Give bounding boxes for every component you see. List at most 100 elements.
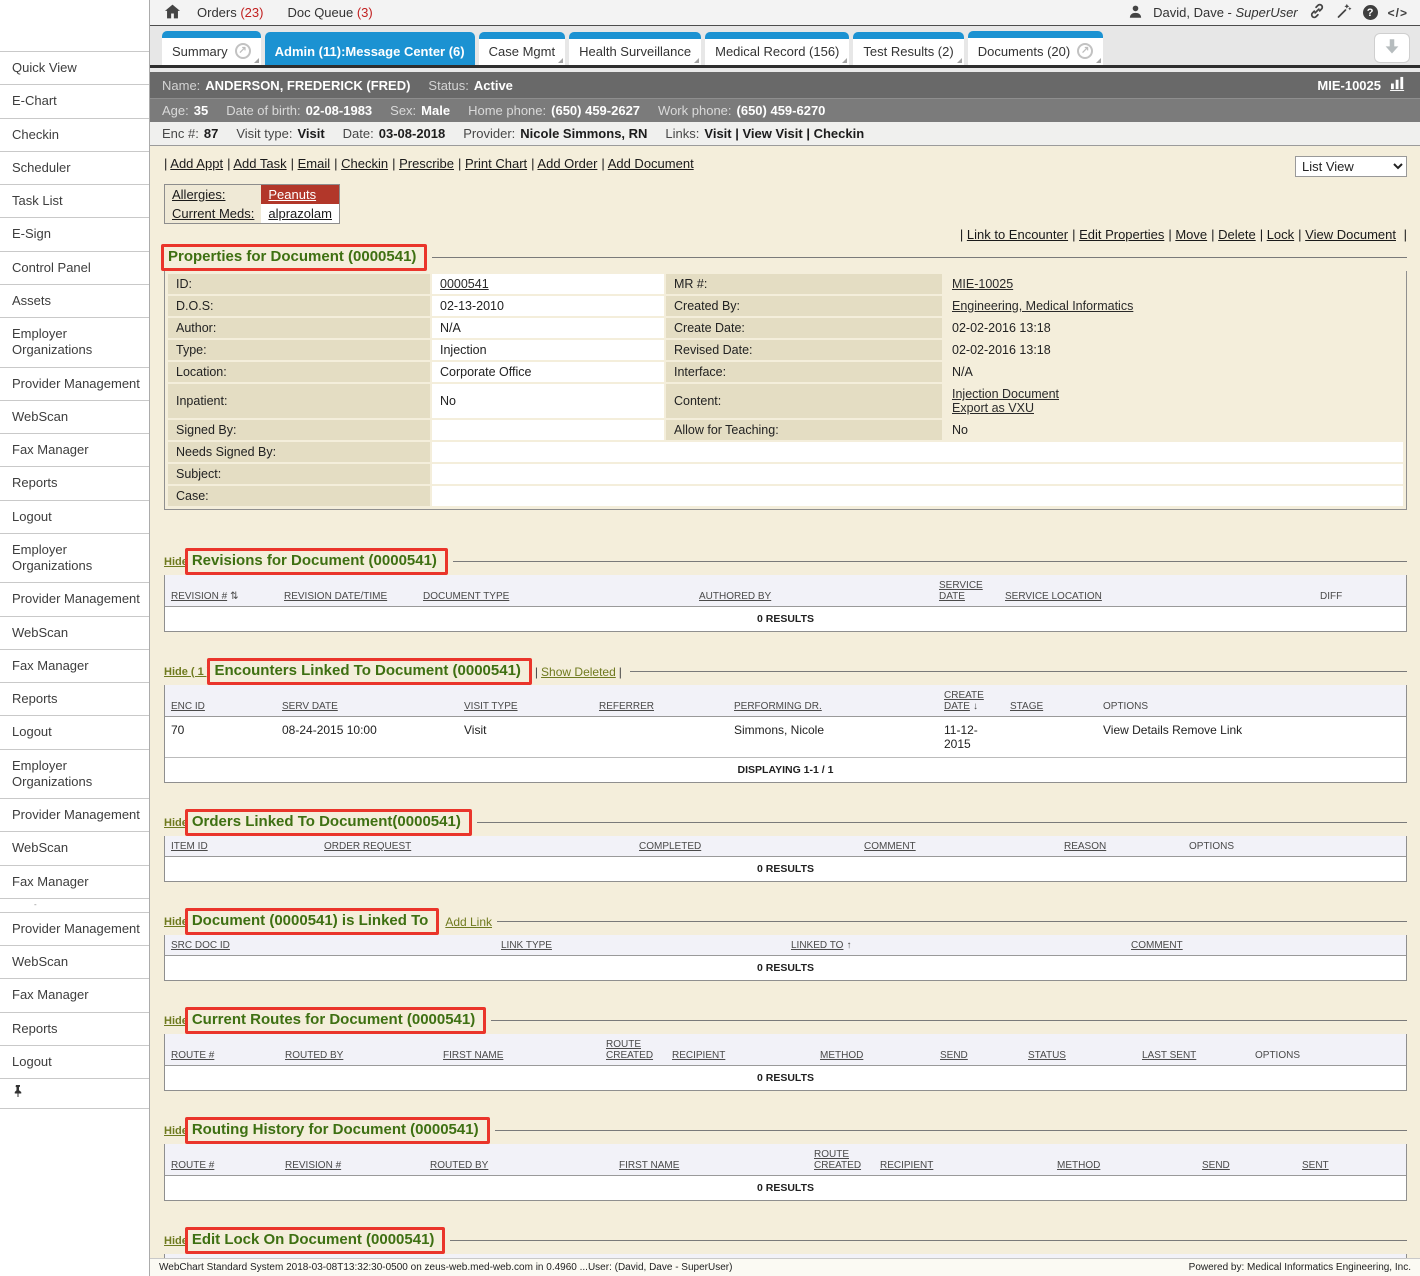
sidebar-item-webscan[interactable]: WebScan: [0, 946, 149, 979]
view-select[interactable]: List View: [1295, 156, 1407, 177]
sidebar-item-fax-manager[interactable]: Fax Manager: [0, 866, 149, 899]
sidebar-item-reports[interactable]: Reports: [0, 683, 149, 716]
sidebar-item-webscan[interactable]: WebScan: [0, 617, 149, 650]
sidebar-item-provider-management[interactable]: Provider Management: [0, 368, 149, 401]
delete-link[interactable]: Delete: [1218, 227, 1256, 242]
sort-link-type[interactable]: LINK TYPE: [501, 940, 552, 951]
created-by-link[interactable]: Engineering, Medical Informatics: [952, 299, 1133, 313]
sort-serv-date[interactable]: SERV DATE: [282, 701, 338, 712]
sort-revision-num[interactable]: REVISION #: [285, 1160, 341, 1171]
sort-reason[interactable]: REASON: [1064, 841, 1106, 852]
sidebar-item-logout[interactable]: Logout: [0, 1046, 149, 1079]
sidebar-item-fax-manager[interactable]: Fax Manager: [0, 979, 149, 1012]
tab-health-surveillance[interactable]: Health Surveillance: [569, 32, 701, 65]
sort-status[interactable]: STATUS: [1028, 1050, 1066, 1061]
sort-last-sent[interactable]: LAST SENT: [1142, 1050, 1196, 1061]
sort-authored-by[interactable]: AUTHORED BY: [699, 591, 771, 602]
sort-stage[interactable]: STAGE: [1010, 701, 1043, 712]
encounter-row[interactable]: 70 08-24-2015 10:00 Visit Simmons, Nicol…: [165, 717, 1406, 758]
injection-document-link[interactable]: Injection Document: [952, 387, 1059, 401]
allergies-link[interactable]: Allergies:: [172, 187, 225, 202]
tab-test-results[interactable]: Test Results (2): [853, 32, 963, 65]
sort-order-request[interactable]: ORDER REQUEST: [324, 841, 411, 852]
sidebar-item-scheduler[interactable]: Scheduler: [0, 152, 149, 185]
sort-document-type[interactable]: DOCUMENT TYPE: [423, 591, 509, 602]
move-link[interactable]: Move: [1175, 227, 1207, 242]
sort-visit-type[interactable]: VISIT TYPE: [464, 701, 518, 712]
doc-id-link[interactable]: 0000541: [440, 277, 489, 291]
prescribe-link[interactable]: Prescribe: [399, 156, 454, 171]
nav-orders[interactable]: Orders (23): [197, 5, 263, 20]
sort-routed-by[interactable]: ROUTED BY: [430, 1160, 488, 1171]
open-in-new-icon[interactable]: ↗: [1077, 43, 1093, 59]
nav-doc-queue[interactable]: Doc Queue (3): [287, 5, 372, 20]
view-document-link[interactable]: View Document: [1305, 227, 1396, 242]
sidebar-item-checkin[interactable]: Checkin: [0, 119, 149, 152]
sidebar-item-control-panel[interactable]: Control Panel: [0, 252, 149, 285]
sort-recipient[interactable]: RECIPIENT: [672, 1050, 725, 1061]
collapse-header-button[interactable]: [1374, 33, 1410, 63]
sort-route-created[interactable]: ROUTE CREATED: [814, 1149, 861, 1171]
print-chart-link[interactable]: Print Chart: [465, 156, 527, 171]
tab-documents[interactable]: Documents (20) ↗: [968, 31, 1103, 65]
sort-method[interactable]: METHOD: [1057, 1160, 1100, 1171]
sidebar-pin-toggle[interactable]: [0, 1079, 149, 1109]
sort-route-num[interactable]: ROUTE #: [171, 1160, 214, 1171]
sidebar-item-webscan[interactable]: WebScan: [0, 401, 149, 434]
link-to-encounter-link[interactable]: Link to Encounter: [967, 227, 1068, 242]
sidebar-item-fax-manager[interactable]: Fax Manager: [0, 434, 149, 467]
sort-comment[interactable]: COMMENT: [1131, 940, 1183, 951]
sort-route-created[interactable]: ROUTE CREATED: [606, 1039, 653, 1061]
sort-route-num[interactable]: ROUTE #: [171, 1050, 214, 1061]
sort-routed-by[interactable]: ROUTED BY: [285, 1050, 343, 1061]
encounters-hide-link[interactable]: Hide ( 1 ): [164, 666, 210, 678]
sort-comment[interactable]: COMMENT: [864, 841, 916, 852]
sidebar-item-provider-management[interactable]: Provider Management: [0, 913, 149, 946]
checkin-link[interactable]: Checkin: [341, 156, 388, 171]
sidebar-item-clipped[interactable]: -: [0, 899, 149, 913]
sidebar-item-webscan[interactable]: WebScan: [0, 832, 149, 865]
sort-method[interactable]: METHOD: [820, 1050, 863, 1061]
sort-first-name[interactable]: FIRST NAME: [619, 1160, 679, 1171]
add-document-link[interactable]: Add Document: [608, 156, 694, 171]
sidebar-item-assets[interactable]: Assets: [0, 285, 149, 318]
chart-stats-icon[interactable]: [1389, 76, 1408, 94]
med-alprazolam-link[interactable]: alprazolam: [268, 206, 332, 221]
tab-admin-message-center[interactable]: Admin (11):Message Center (6): [265, 32, 475, 65]
sidebar-item-provider-management[interactable]: Provider Management: [0, 583, 149, 616]
sort-send[interactable]: SEND: [1202, 1160, 1230, 1171]
sort-first-name[interactable]: FIRST NAME: [443, 1050, 503, 1061]
sidebar-item-reports[interactable]: Reports: [0, 467, 149, 500]
sort-revision-datetime[interactable]: REVISION DATE/TIME: [284, 591, 387, 602]
sidebar-item-logout[interactable]: Logout: [0, 501, 149, 534]
sort-service-date[interactable]: SERVICE DATE: [939, 580, 983, 602]
sidebar-item-employer-organizations[interactable]: Employer Organizations: [0, 750, 149, 800]
sidebar-item-employer-organizations[interactable]: Employer Organizations: [0, 318, 149, 368]
add-task-link[interactable]: Add Task: [233, 156, 286, 171]
sidebar-item-fax-manager[interactable]: Fax Manager: [0, 650, 149, 683]
add-order-link[interactable]: Add Order: [537, 156, 597, 171]
wand-icon[interactable]: [1336, 3, 1353, 22]
sort-completed[interactable]: COMPLETED: [639, 841, 701, 852]
sidebar-item-logout[interactable]: Logout: [0, 716, 149, 749]
sidebar-item-e-chart[interactable]: E-Chart: [0, 85, 149, 118]
tab-summary[interactable]: Summary ↗: [162, 31, 261, 65]
sidebar-item-task-list[interactable]: Task List: [0, 185, 149, 218]
sidebar-item-quick-view[interactable]: Quick View: [0, 52, 149, 85]
help-icon[interactable]: ?: [1363, 5, 1378, 20]
sort-revision-num[interactable]: REVISION #: [171, 591, 227, 602]
sort-performing-dr[interactable]: PERFORMING DR.: [734, 701, 822, 712]
home-icon[interactable]: [164, 4, 181, 22]
sort-recipient[interactable]: RECIPIENT: [880, 1160, 933, 1171]
current-meds-link[interactable]: Current Meds:: [172, 206, 254, 221]
code-icon[interactable]: </>: [1388, 6, 1408, 20]
current-user[interactable]: David, Dave - SuperUser: [1153, 5, 1298, 20]
add-link-link[interactable]: Add Link: [445, 915, 492, 929]
show-deleted-link[interactable]: Show Deleted: [541, 665, 616, 679]
open-in-new-icon[interactable]: ↗: [235, 43, 251, 59]
link-view-visit[interactable]: View Visit: [732, 126, 803, 141]
allergy-peanuts-link[interactable]: Peanuts: [268, 187, 316, 202]
tab-case-mgmt[interactable]: Case Mgmt: [479, 32, 565, 65]
link-visit[interactable]: Visit: [704, 126, 731, 141]
email-link[interactable]: Email: [298, 156, 331, 171]
